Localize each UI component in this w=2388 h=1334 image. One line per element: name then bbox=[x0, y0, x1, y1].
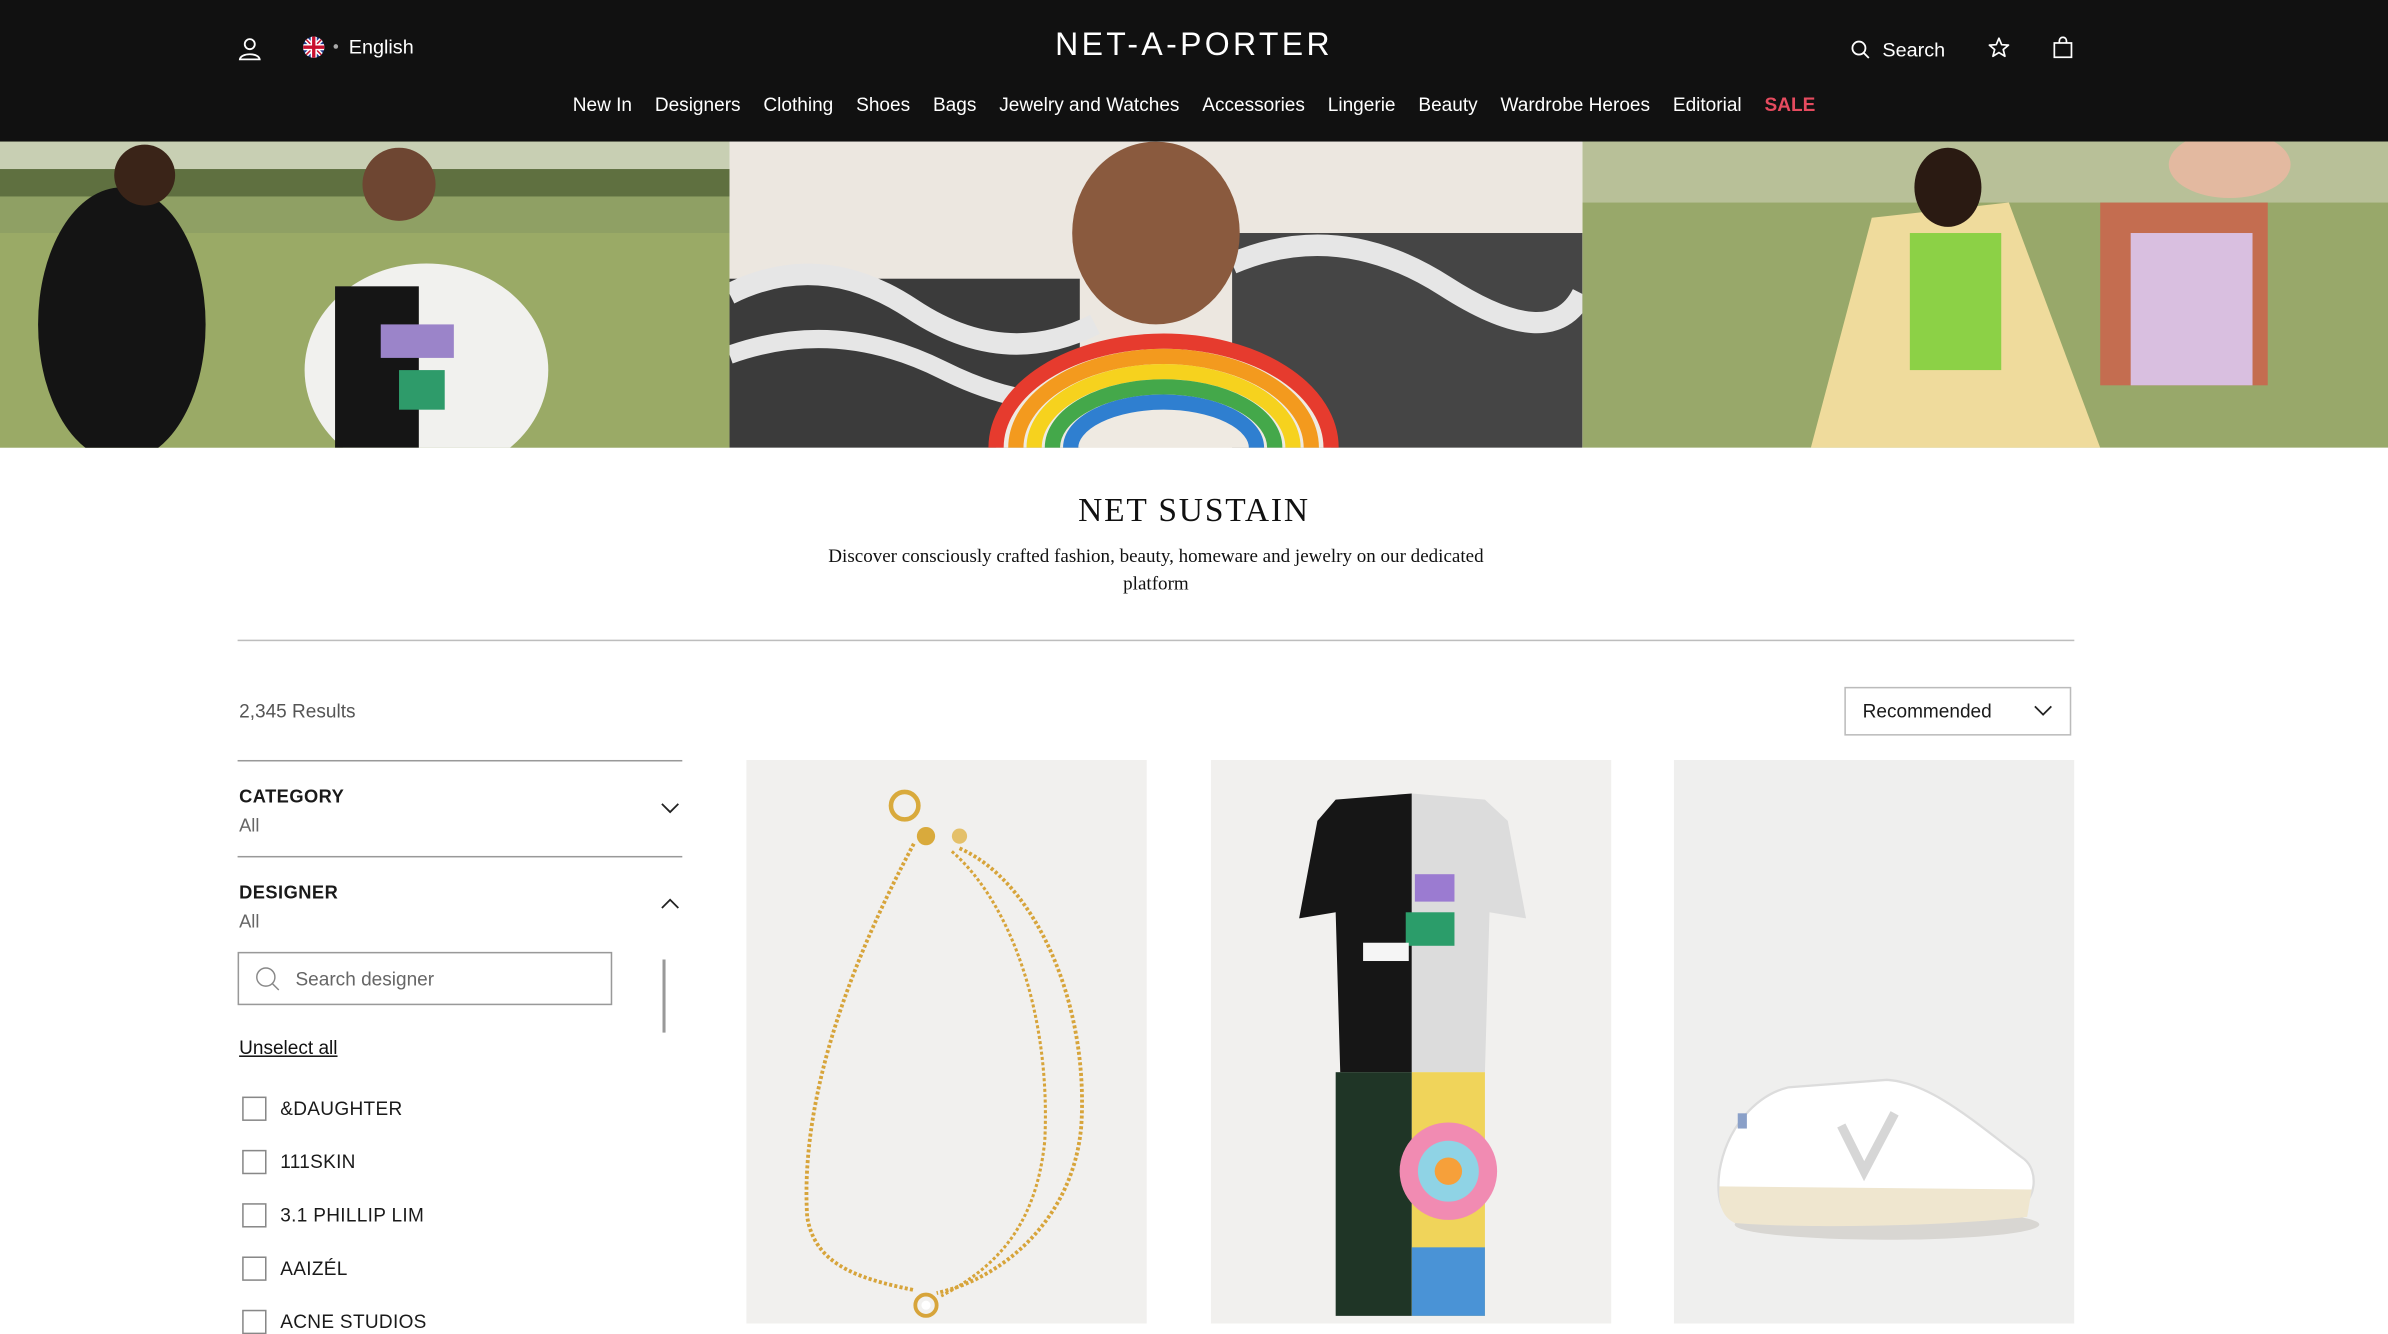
filter-designer-title[interactable]: DESIGNER bbox=[239, 882, 338, 903]
checkbox[interactable] bbox=[242, 1203, 267, 1228]
sort-value: Recommended bbox=[1862, 700, 1992, 722]
designer-option[interactable]: ACNE STUDIOS bbox=[242, 1309, 427, 1334]
designer-option[interactable]: 111SKIN bbox=[242, 1149, 356, 1175]
chevron-down-icon[interactable] bbox=[659, 801, 680, 815]
designer-option-label: ACNE STUDIOS bbox=[280, 1311, 427, 1333]
filter-divider bbox=[237, 759, 683, 762]
designer-option-label: AAIZÉL bbox=[280, 1257, 348, 1280]
site-header: English NET-A-PORTER Search New In Desig… bbox=[0, 0, 2388, 142]
nav-clothing[interactable]: Clothing bbox=[763, 94, 833, 115]
filter-category-value: All bbox=[239, 814, 260, 837]
main-navigation: New In Designers Clothing Shoes Bags Jew… bbox=[0, 94, 2388, 115]
hero-banner bbox=[0, 141, 2388, 448]
designer-option-label: 111SKIN bbox=[280, 1151, 356, 1173]
nav-beauty[interactable]: Beauty bbox=[1418, 94, 1477, 115]
filter-divider bbox=[237, 855, 683, 858]
unselect-all-link[interactable]: Unselect all bbox=[239, 1037, 337, 1058]
chevron-up-icon[interactable] bbox=[659, 897, 680, 911]
wishlist-star-icon[interactable] bbox=[1988, 37, 2011, 60]
chevron-down-icon bbox=[2034, 705, 2052, 716]
designer-search-input[interactable] bbox=[292, 966, 588, 991]
checkbox[interactable] bbox=[242, 1309, 267, 1334]
designer-option[interactable]: 3.1 PHILLIP LIM bbox=[242, 1203, 425, 1228]
designer-option-label: 3.1 PHILLIP LIM bbox=[280, 1204, 425, 1227]
nav-accessories[interactable]: Accessories bbox=[1202, 94, 1305, 115]
checkbox[interactable] bbox=[242, 1149, 267, 1175]
section-divider bbox=[237, 639, 2075, 642]
designer-option-label: &DAUGHTER bbox=[280, 1098, 403, 1120]
search-icon bbox=[1851, 40, 1870, 59]
nav-sale[interactable]: SALE bbox=[1765, 94, 1816, 115]
checkbox[interactable] bbox=[242, 1256, 267, 1281]
checkbox[interactable] bbox=[242, 1096, 267, 1121]
hero-image-rainbow-sweater bbox=[729, 141, 1583, 448]
product-image-patchwork-tshirt-dress[interactable] bbox=[1210, 759, 1612, 1324]
nav-lingerie[interactable]: Lingerie bbox=[1328, 94, 1396, 115]
nav-new-in[interactable]: New In bbox=[573, 94, 632, 115]
nav-wardrobe-heroes[interactable]: Wardrobe Heroes bbox=[1500, 94, 1650, 115]
site-logo[interactable]: NET-A-PORTER bbox=[0, 27, 2388, 64]
hero-image-field-models bbox=[0, 141, 730, 448]
filter-designer-value: All bbox=[239, 910, 260, 933]
nav-editorial[interactable]: Editorial bbox=[1673, 94, 1742, 115]
search-icon bbox=[256, 967, 280, 991]
nav-shoes[interactable]: Shoes bbox=[856, 94, 910, 115]
nav-bags[interactable]: Bags bbox=[933, 94, 976, 115]
search-button[interactable]: Search bbox=[1850, 38, 1945, 61]
shopping-bag-icon[interactable] bbox=[2051, 36, 2074, 60]
designer-search-field[interactable] bbox=[237, 951, 613, 1006]
hero-image-yellow-coat bbox=[1582, 141, 2388, 448]
product-image-white-sneaker[interactable] bbox=[1673, 759, 2075, 1324]
designer-option[interactable]: &DAUGHTER bbox=[242, 1096, 403, 1121]
nav-designers[interactable]: Designers bbox=[655, 94, 741, 115]
designer-option[interactable]: AAIZÉL bbox=[242, 1256, 348, 1281]
designer-list-scrollbar[interactable] bbox=[662, 959, 666, 1033]
page-subtitle: Discover consciously crafted fashion, be… bbox=[828, 545, 1484, 594]
product-image-gold-necklace[interactable] bbox=[746, 759, 1147, 1324]
search-label: Search bbox=[1882, 38, 1946, 61]
filter-category-title[interactable]: CATEGORY bbox=[239, 786, 344, 807]
page-title: NET SUSTAIN bbox=[1078, 490, 1310, 529]
results-count: 2,345 Results bbox=[239, 700, 356, 722]
sort-dropdown[interactable]: Recommended bbox=[1844, 686, 2072, 736]
nav-jewelry-and-watches[interactable]: Jewelry and Watches bbox=[999, 94, 1179, 115]
